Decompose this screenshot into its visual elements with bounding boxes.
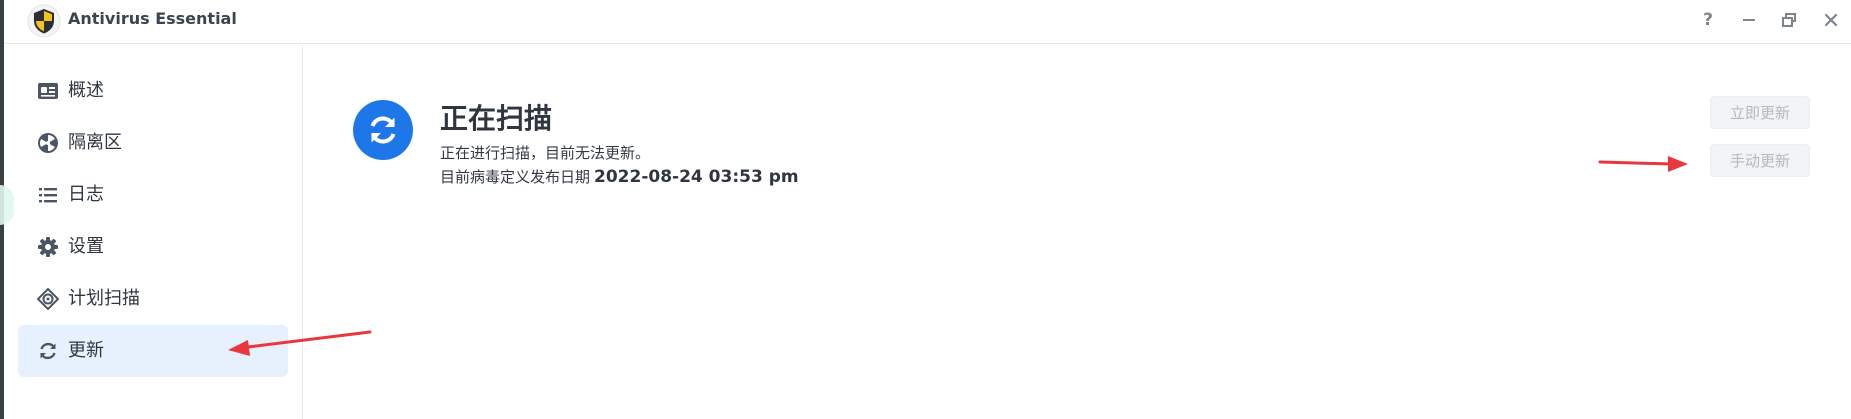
app-window: Antivirus Essential ? 概述 隔离区 日志 设置 计划扫描 … — [0, 0, 1851, 419]
sidebar-item-update[interactable]: 更新 — [18, 325, 288, 377]
refresh-icon — [36, 339, 60, 363]
target-icon — [36, 287, 60, 311]
definitions-date-value: 2022-08-24 03:53 pm — [594, 167, 799, 187]
overview-card-icon — [36, 79, 60, 103]
sidebar-item-label: 设置 — [68, 236, 104, 257]
sidebar-item-overview[interactable]: 概述 — [18, 65, 288, 117]
restore-icon[interactable] — [1777, 8, 1801, 32]
question-icon[interactable]: ? — [1696, 8, 1720, 32]
refresh-status-icon — [353, 100, 413, 160]
definitions-date-line: 目前病毒定义发布日期 2022-08-24 03:53 pm — [440, 165, 799, 189]
gear-icon — [36, 235, 60, 259]
update-now-button[interactable]: 立即更新 — [1710, 96, 1810, 129]
sidebar-item-label: 更新 — [68, 340, 104, 361]
update-panel: 正在扫描 正在进行扫描，目前无法更新。 目前病毒定义发布日期 2022-08-24… — [304, 45, 1851, 419]
status-description: 正在进行扫描，目前无法更新。 — [440, 144, 651, 162]
sidebar-item-settings[interactable]: 设置 — [18, 221, 288, 273]
manual-update-button[interactable]: 手动更新 — [1710, 144, 1810, 177]
shield-logo-icon — [27, 4, 61, 38]
sidebar-item-scheduled-scan[interactable]: 计划扫描 — [18, 273, 288, 325]
minimize-icon[interactable] — [1737, 8, 1761, 32]
sidebar-collapse-handle[interactable] — [0, 185, 14, 225]
app-title: Antivirus Essential — [68, 9, 237, 28]
title-bar: Antivirus Essential ? — [4, 0, 1851, 44]
sidebar-item-quarantine[interactable]: 隔离区 — [18, 117, 288, 169]
sidebar-item-label: 计划扫描 — [68, 288, 140, 309]
list-icon — [36, 183, 60, 207]
status-title: 正在扫描 — [440, 102, 553, 135]
definitions-date-label: 目前病毒定义发布日期 — [440, 168, 591, 186]
sidebar-item-label: 概述 — [68, 80, 104, 101]
sidebar-item-label: 隔离区 — [68, 132, 122, 153]
close-icon[interactable] — [1819, 8, 1843, 32]
radiation-icon — [36, 131, 60, 155]
help-label: ? — [1703, 10, 1713, 30]
sidebar: 概述 隔离区 日志 设置 计划扫描 更新 — [0, 45, 303, 419]
sidebar-item-logs[interactable]: 日志 — [18, 169, 288, 221]
sidebar-item-label: 日志 — [68, 184, 104, 205]
